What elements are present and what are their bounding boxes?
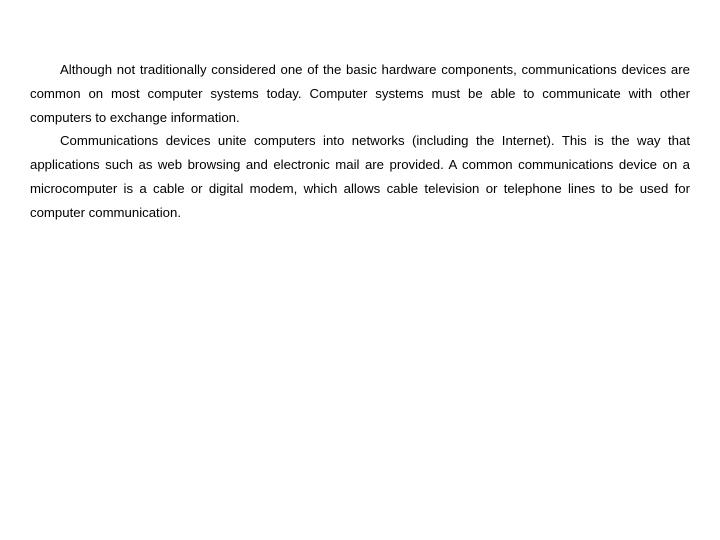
slide-text-body: Although not traditionally considered on… bbox=[30, 58, 690, 224]
paragraph-2: Communications devices unite computers i… bbox=[30, 133, 690, 220]
slide-canvas: Although not traditionally considered on… bbox=[0, 0, 720, 540]
paragraph-1: Although not traditionally considered on… bbox=[30, 62, 690, 125]
